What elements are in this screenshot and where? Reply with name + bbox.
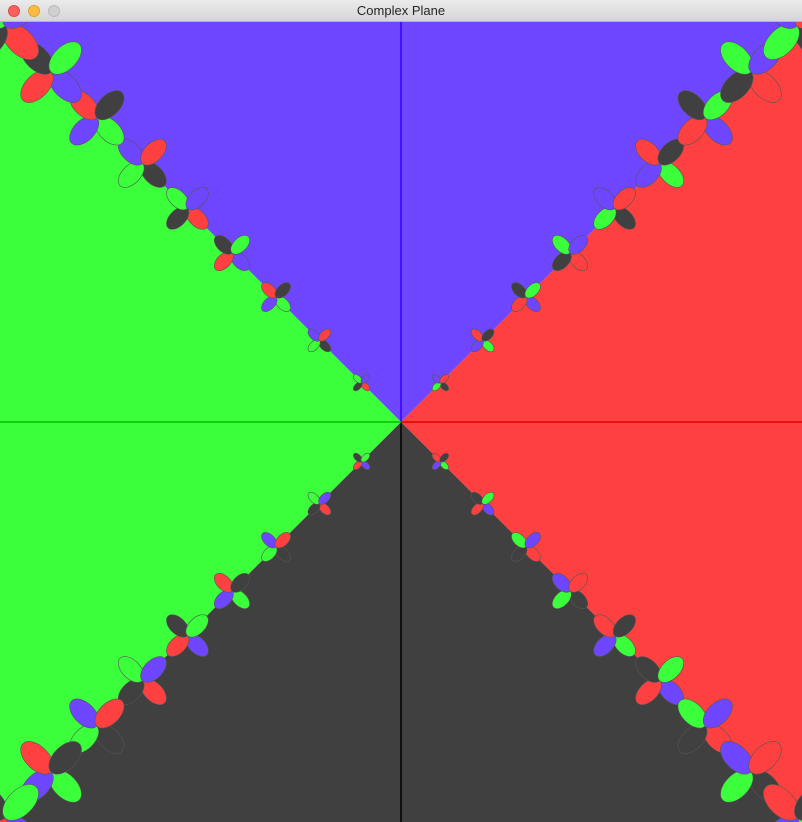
fractal-render[interactable]	[0, 22, 802, 822]
window-title: Complex Plane	[356, 3, 446, 18]
app-window: Complex Plane	[0, 0, 802, 822]
title-bar[interactable]: Complex Plane	[0, 0, 802, 22]
complex-plane-canvas[interactable]	[0, 22, 802, 822]
